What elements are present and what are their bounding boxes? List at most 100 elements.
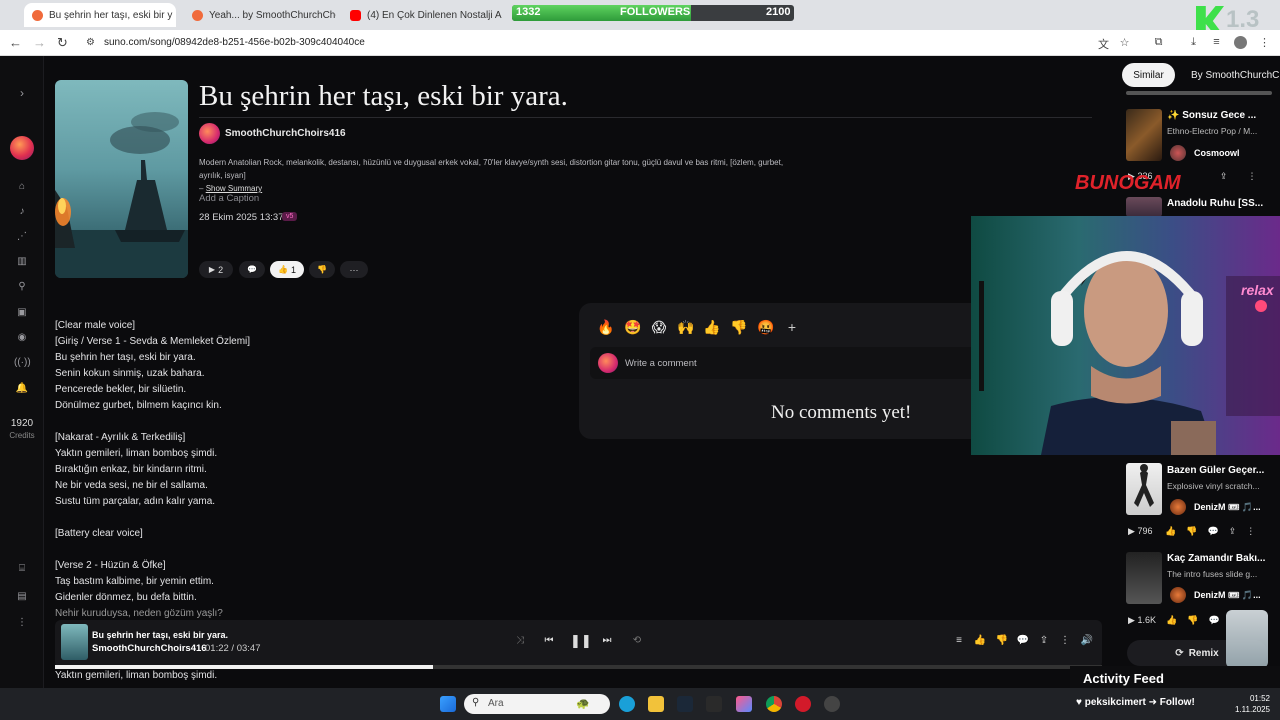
compass-icon[interactable]: ◉ bbox=[14, 332, 30, 343]
chrome-icon[interactable] bbox=[766, 696, 782, 712]
player-artist[interactable]: SmoothChurchChoirs416 bbox=[92, 643, 207, 654]
browser-tab[interactable]: Yeah... by SmoothChurchChoirs × bbox=[184, 3, 336, 27]
like-icon[interactable]: 👍 bbox=[973, 635, 987, 646]
repeat-icon[interactable]: ⟲ bbox=[630, 635, 644, 646]
add-reaction-icon[interactable]: + bbox=[783, 318, 801, 336]
tab-similar[interactable]: Similar bbox=[1122, 63, 1175, 87]
forward-icon[interactable]: → bbox=[33, 35, 46, 50]
more-icon[interactable]: ⋮ bbox=[1246, 526, 1255, 536]
song-thumbnail[interactable] bbox=[1126, 197, 1162, 217]
play-count-button[interactable]: ▶ 2 bbox=[199, 261, 233, 278]
artist-name[interactable]: DenizM 🎟 🎵... bbox=[1194, 502, 1261, 513]
copilot-icon[interactable] bbox=[736, 696, 752, 712]
artist-avatar[interactable] bbox=[1170, 587, 1186, 603]
epic-games-icon[interactable] bbox=[706, 696, 722, 712]
opera-icon[interactable] bbox=[795, 696, 811, 712]
user-avatar[interactable] bbox=[10, 136, 34, 160]
like-button[interactable]: 👍 1 bbox=[270, 261, 304, 278]
file-explorer-icon[interactable] bbox=[648, 696, 664, 712]
player-song-title[interactable]: Bu şehrin her taşı, eski bir yara. bbox=[92, 630, 228, 640]
url-field[interactable]: suno.com/song/08942de8-b251-456e-b02b-30… bbox=[104, 37, 365, 48]
site-info-icon[interactable]: ⚙ bbox=[86, 37, 95, 48]
app-icon[interactable] bbox=[824, 696, 840, 712]
show-summary-link[interactable]: Show Summary bbox=[206, 184, 262, 193]
share-icon[interactable]: ⇪ bbox=[1037, 635, 1051, 646]
artist-name[interactable]: DenizM 🎟 🎵... bbox=[1194, 590, 1261, 601]
horizontal-scrollbar[interactable] bbox=[1126, 91, 1272, 95]
reaction-fire-icon[interactable]: 🔥 bbox=[597, 318, 615, 336]
taskbar-clock[interactable]: 01:52 1.11.2025 bbox=[1230, 693, 1270, 715]
radio-icon[interactable]: ((·)) bbox=[14, 357, 31, 368]
comment-icon[interactable]: 💬 bbox=[1207, 526, 1218, 536]
music-icon[interactable]: ♪ bbox=[14, 206, 30, 217]
reaction-angry-icon[interactable]: 🤬 bbox=[757, 318, 775, 336]
song-thumbnail[interactable] bbox=[1126, 463, 1162, 515]
more-options-button[interactable]: ··· bbox=[340, 261, 368, 278]
search-icon[interactable]: ⚲ bbox=[14, 281, 30, 292]
thumbs-up-icon[interactable]: 👍 bbox=[1166, 615, 1177, 625]
thumbs-up-icon[interactable]: 👍 bbox=[1165, 526, 1176, 536]
reaction-thumbs-down-icon[interactable]: 👎 bbox=[730, 318, 748, 336]
comment-icon[interactable]: 💬 bbox=[1016, 635, 1030, 646]
thumbs-down-icon[interactable]: 👎 bbox=[1186, 526, 1197, 536]
reaction-raised-hands-icon[interactable]: 🙌 bbox=[677, 318, 695, 336]
windows-start-icon[interactable] bbox=[440, 696, 456, 712]
reaction-thumbs-up-icon[interactable]: 👍 bbox=[703, 318, 721, 336]
browser-tab-active[interactable]: Bu şehrin her taşı, eski bir y 🔊 × bbox=[24, 3, 176, 27]
song-thumbnail[interactable] bbox=[1126, 552, 1162, 604]
artist-name[interactable]: Cosmoowl bbox=[1194, 148, 1240, 158]
taskbar-search[interactable]: ⚲ Ara 🐢 bbox=[464, 694, 610, 714]
volume-icon[interactable]: 🔊 bbox=[1080, 635, 1094, 646]
back-icon[interactable]: ← bbox=[9, 35, 22, 50]
library-icon[interactable]: ▥ bbox=[14, 256, 30, 267]
song-title[interactable]: Bazen Güler Geçer... bbox=[1167, 465, 1277, 476]
next-icon[interactable]: ⏭ bbox=[600, 635, 614, 646]
artist-avatar[interactable] bbox=[199, 123, 220, 144]
song-thumbnail[interactable] bbox=[1126, 109, 1162, 161]
reload-icon[interactable]: ↻ bbox=[57, 35, 68, 51]
more-icon[interactable]: ⋮ bbox=[1248, 171, 1257, 181]
song-cover-art[interactable] bbox=[55, 80, 188, 278]
shuffle-icon[interactable]: ⤨ bbox=[513, 635, 527, 646]
bell-icon[interactable]: 🔔 bbox=[14, 383, 30, 394]
translate-icon[interactable]: 文 bbox=[1097, 36, 1110, 51]
artist-avatar[interactable] bbox=[1170, 145, 1186, 161]
reaction-shocked-icon[interactable]: 😱 bbox=[650, 318, 668, 336]
previous-icon[interactable]: ⏮ bbox=[542, 635, 556, 646]
comment-icon[interactable]: 💬 bbox=[1208, 615, 1219, 625]
home-icon[interactable]: ⌂ bbox=[14, 181, 30, 192]
bookmark-star-icon[interactable]: ☆ bbox=[1118, 36, 1131, 49]
song-title[interactable]: ✨ Sonsuz Gece ... bbox=[1167, 110, 1277, 121]
browser-tab[interactable]: (4) En Çok Dinlenen Nostalji Ar × bbox=[342, 3, 502, 27]
more-icon[interactable]: ⋮ bbox=[1058, 635, 1072, 646]
download-icon[interactable]: ⤓ bbox=[1187, 36, 1200, 49]
edge-icon[interactable] bbox=[619, 696, 635, 712]
add-caption-link[interactable]: Add a Caption bbox=[199, 193, 259, 204]
steam-icon[interactable] bbox=[677, 696, 693, 712]
artist-avatar[interactable] bbox=[1170, 499, 1186, 515]
more-icon[interactable]: ⋮ bbox=[14, 617, 30, 628]
expand-sidebar-icon[interactable]: › bbox=[14, 86, 30, 100]
reaction-star-eyes-icon[interactable]: 🤩 bbox=[624, 318, 642, 336]
profile-avatar-icon[interactable] bbox=[1234, 36, 1247, 49]
artist-name[interactable]: SmoothChurchChoirs416 bbox=[225, 128, 346, 139]
song-title[interactable]: Kaç Zamandır Bakı... bbox=[1167, 553, 1277, 564]
dislike-icon[interactable]: 👎 bbox=[995, 635, 1009, 646]
tab-by-artist[interactable]: By SmoothChurchChoirs416 bbox=[1183, 63, 1280, 87]
share-icon[interactable]: ⇪ bbox=[1229, 526, 1237, 536]
share-icon[interactable]: ⋰ bbox=[14, 231, 30, 242]
doc-icon[interactable]: ▤ bbox=[14, 591, 30, 602]
queue-icon[interactable]: ≡ bbox=[952, 635, 966, 646]
dislike-button[interactable]: 👎 bbox=[309, 261, 335, 278]
box-icon[interactable]: ▣ bbox=[14, 307, 30, 318]
browser-menu-icon[interactable]: ⋮ bbox=[1258, 36, 1271, 49]
pause-icon[interactable]: ❚❚ bbox=[570, 633, 592, 649]
reading-list-icon[interactable]: ≡ bbox=[1210, 36, 1223, 49]
playback-progress[interactable] bbox=[55, 665, 1102, 669]
player-cover-art[interactable] bbox=[61, 624, 88, 660]
extensions-icon[interactable]: ⧉ bbox=[1152, 36, 1165, 49]
share-icon[interactable]: ⇪ bbox=[1220, 171, 1228, 181]
gift-icon[interactable]: ⌸ bbox=[14, 563, 30, 574]
song-title[interactable]: Anadolu Ruhu [SS... bbox=[1167, 198, 1277, 209]
thumbs-down-icon[interactable]: 👎 bbox=[1187, 615, 1198, 625]
